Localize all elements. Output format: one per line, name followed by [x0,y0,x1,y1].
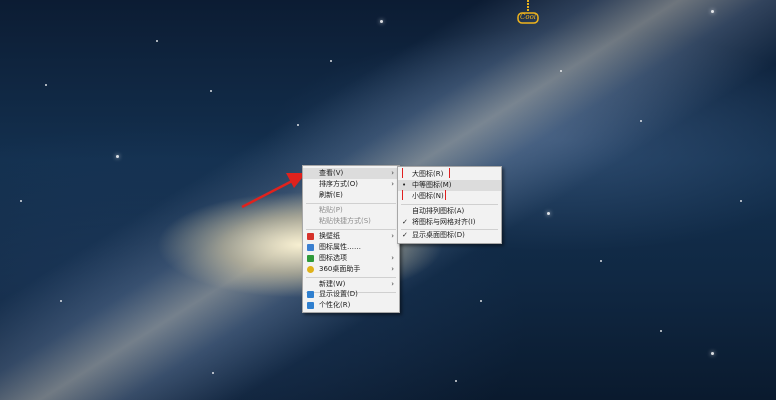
menu-separator [306,277,396,278]
icon-options-icon [307,255,314,262]
wallpaper-icon [307,233,314,240]
checkmark-icon: ✓ [402,218,408,226]
chevron-right-icon: › [391,232,394,240]
menu-item-display-settings[interactable]: 显示设置(D) [303,289,399,300]
menu-item-refresh[interactable]: 刷新(E) [303,190,399,201]
menu-item-label: 换壁纸 [319,232,340,240]
menu-item-change-wallpaper[interactable]: 换壁纸 › [303,231,399,242]
annotation-box [402,190,446,200]
submenu-item-show-desktop-icons[interactable]: ✓ 显示桌面图标(D) [398,230,501,241]
chevron-right-icon: › [391,180,394,188]
menu-item-label: 图标属性…… [319,243,361,251]
chevron-right-icon: › [391,265,394,273]
submenu-item-auto-arrange[interactable]: 自动排列图标(A) [398,206,501,217]
menu-item-sort[interactable]: 排序方式(O) › [303,179,399,190]
360-assistant-icon [307,266,314,273]
menu-item-label: 中等图标(M) [412,181,452,189]
view-submenu: 大图标(R) • 中等图标(M) 小图标(N) 自动排列图标(A) ✓ 将图标与… [397,166,502,244]
menu-item-view[interactable]: 查看(V) › [303,168,399,179]
icon-properties-icon [307,244,314,251]
menu-item-label: 图标选项 [319,254,347,262]
submenu-item-align-to-grid[interactable]: ✓ 将图标与网格对齐(I) [398,217,501,228]
menu-item-personalize[interactable]: 个性化(R) [303,300,399,311]
chevron-right-icon: › [391,254,394,262]
menu-item-label: 粘贴快捷方式(S) [319,217,371,225]
menu-item-label: 刷新(E) [319,191,343,199]
personalize-icon [307,302,314,309]
menu-item-label: 自动排列图标(A) [412,207,465,215]
menu-item-label: 粘贴(P) [319,206,343,214]
menu-item-label: 个性化(R) [319,301,351,309]
menu-item-label: 排序方式(O) [319,180,358,188]
annotation-box [402,168,450,178]
chevron-right-icon: › [391,169,394,177]
checkmark-icon: ✓ [402,231,408,239]
menu-item-360-assistant[interactable]: 360桌面助手 › [303,264,399,275]
menu-item-label: 360桌面助手 [319,265,361,273]
menu-item-icon-options[interactable]: 图标选项 › [303,253,399,264]
menu-separator [306,229,396,230]
menu-item-icon-properties[interactable]: 图标属性…… [303,242,399,253]
display-settings-icon [307,291,314,298]
menu-separator [401,204,498,205]
menu-item-label: 显示设置(D) [319,290,358,298]
menu-item-paste-shortcut[interactable]: 粘贴快捷方式(S) [303,216,399,227]
menu-item-label: 新建(W) [319,280,346,288]
menu-item-label: 将图标与网格对齐(I) [412,218,476,226]
menu-item-paste[interactable]: 粘贴(P) [303,205,399,216]
menu-separator [306,203,396,204]
context-menu: 查看(V) › 排序方式(O) › 刷新(E) 粘贴(P) 粘贴快捷方式(S) … [302,165,400,313]
menu-item-label: 查看(V) [319,169,344,177]
menu-item-label: 显示桌面图标(D) [412,231,465,239]
